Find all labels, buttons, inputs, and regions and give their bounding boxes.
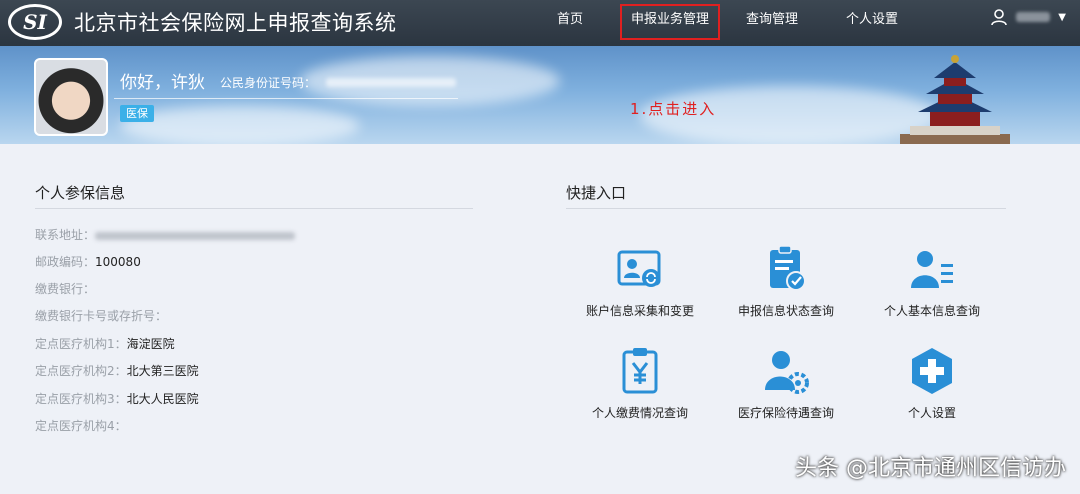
medical-cross-icon [912, 348, 952, 394]
quick-label: 个人设置 [907, 406, 956, 420]
clipboard-yen-icon [622, 348, 658, 394]
profile-banner: 你好，许狄 公民身份证号码： 医保 1.点击进入 [0, 46, 1080, 144]
address-blurred [95, 231, 296, 240]
quick-medical-benefits[interactable]: 医疗保险待遇查询 [716, 346, 856, 421]
quick-declaration-status[interactable]: 申报信息状态查询 [716, 244, 856, 319]
user-gear-icon [765, 351, 809, 394]
quick-access-divider [566, 208, 1006, 209]
step-annotation: 1.点击进入 [630, 100, 717, 118]
quick-personal-settings[interactable]: 个人设置 [862, 346, 1002, 421]
greeting: 你好，许狄 [120, 73, 205, 93]
nav-home[interactable]: 首页 [548, 0, 592, 46]
user-icon [991, 9, 1008, 26]
nav-query-management[interactable]: 查询管理 [740, 0, 804, 46]
id-number-blurred [326, 78, 456, 87]
personal-info-divider [35, 208, 473, 209]
quick-label: 账户信息采集和变更 [585, 304, 694, 318]
brand[interactable]: SI 北京市社会保险网上申报查询系统 [8, 4, 397, 40]
quick-label: 个人缴费情况查询 [591, 406, 688, 420]
system-title: 北京市社会保险网上申报查询系统 [74, 11, 397, 35]
clipboard-check-icon [770, 245, 806, 291]
id-card-refresh-icon [617, 250, 661, 287]
user-list-icon [911, 251, 953, 288]
username-blurred [1016, 12, 1051, 22]
info-row-bank: 缴费银行： [35, 282, 96, 296]
personal-info-title: 个人参保信息 [35, 184, 126, 202]
info-row-hospital-1: 定点医疗机构1：海淀医院 [35, 337, 175, 351]
info-row-hospital-3: 定点医疗机构3：北大人民医院 [35, 392, 199, 406]
nav-highlight-box [620, 4, 720, 40]
user-menu[interactable]: ▼ [990, 8, 1066, 26]
banner-divider [114, 98, 458, 99]
quick-label: 个人基本信息查询 [883, 304, 980, 318]
quick-access-title: 快捷入口 [566, 184, 627, 202]
nav-personal-settings[interactable]: 个人设置 [840, 0, 904, 46]
quick-basic-info[interactable]: 个人基本信息查询 [862, 244, 1002, 319]
si-logo: SI [8, 4, 62, 40]
avatar [34, 58, 108, 136]
info-row-postcode: 邮政编码：100080 [35, 255, 141, 269]
quick-payment-query[interactable]: 个人缴费情况查询 [570, 346, 710, 421]
temple-of-heaven-image [900, 55, 1010, 144]
info-row-bank-account: 缴费银行卡号或存折号： [35, 309, 168, 323]
chevron-down-icon: ▼ [1058, 11, 1066, 23]
id-number-label: 公民身份证号码： [220, 76, 317, 90]
quick-label: 医疗保险待遇查询 [737, 406, 834, 420]
top-nav-bar: SI 北京市社会保险网上申报查询系统 首页 申报业务管理 查询管理 个人设置 ▼ [0, 0, 1080, 46]
info-row-hospital-4: 定点医疗机构4： [35, 419, 127, 433]
insurance-type-badge: 医保 [120, 105, 154, 122]
quick-account-info[interactable]: 账户信息采集和变更 [570, 244, 710, 319]
info-row-hospital-2: 定点医疗机构2：北大第三医院 [35, 364, 199, 378]
watermark: 头条 @北京市通州区信访办 [795, 456, 1066, 481]
info-row-address: 联系地址： [35, 226, 296, 243]
quick-label: 申报信息状态查询 [737, 304, 834, 318]
